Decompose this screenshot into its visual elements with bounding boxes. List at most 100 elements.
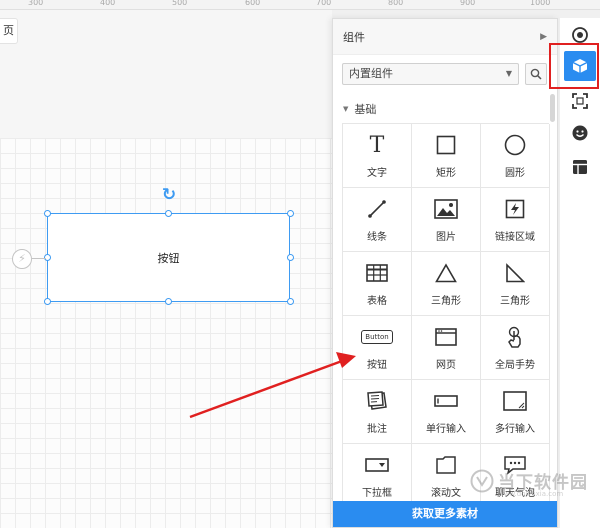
action-connector [32, 258, 46, 259]
rectangle-icon [433, 134, 459, 156]
ruler-tick: 700 [316, 0, 332, 7]
toolbar-emoji[interactable] [564, 118, 596, 148]
watermark-url: www.downxia.com [498, 490, 564, 498]
ruler-tick: 500 [172, 0, 188, 7]
component-image[interactable]: 图片 [412, 188, 481, 252]
component-label: 三角形 [500, 296, 530, 307]
component-single-input[interactable]: 单行输入 [412, 380, 481, 444]
resize-handle[interactable] [165, 210, 172, 217]
collapse-triangle-icon: ▼ [343, 105, 349, 113]
ruler-tick: 1000 [530, 0, 551, 7]
button-icon-text: Button [361, 330, 393, 344]
scroll-text-icon [433, 454, 459, 476]
link-area-icon [502, 198, 528, 220]
component-label: 批注 [367, 424, 387, 435]
component-label: 文字 [367, 168, 387, 179]
shape-label: 按钮 [157, 251, 180, 265]
lightning-action-icon[interactable]: ⚡ [12, 249, 32, 269]
component-label: 按钮 [367, 360, 387, 371]
component-label: 单行输入 [426, 424, 466, 435]
component-label: 三角形 [431, 296, 461, 307]
rotate-handle-icon[interactable]: ↻ [160, 186, 178, 204]
target-icon [572, 27, 588, 43]
component-label: 图片 [436, 232, 456, 243]
component-table[interactable]: 表格 [343, 252, 412, 316]
component-note[interactable]: 批注 [343, 380, 412, 444]
layout-icon [573, 160, 587, 174]
component-rectangle[interactable]: 矩形 [412, 124, 481, 188]
component-circle[interactable]: 圆形 [481, 124, 550, 188]
component-label: 下拉框 [362, 488, 392, 499]
component-button[interactable]: Button 按钮 [343, 316, 412, 380]
resize-handle[interactable] [287, 210, 294, 217]
right-toolbar [560, 18, 600, 528]
component-grid: T 文字 矩形 圆形 线条 图片 链接区域 表格 三角形 三角形 Button … [342, 123, 550, 508]
component-triangle[interactable]: 三角形 [412, 252, 481, 316]
component-right-triangle[interactable]: 三角形 [481, 252, 550, 316]
section-label: 基础 [354, 103, 377, 116]
panel-scrollbar[interactable] [550, 94, 555, 122]
panel-header[interactable]: 组件 ▶ [333, 19, 557, 55]
component-label: 矩形 [436, 168, 456, 179]
ruler-tick: 400 [100, 0, 116, 7]
chevron-down-icon: ▼ [505, 69, 512, 78]
resize-handle[interactable] [165, 298, 172, 305]
resize-handle[interactable] [287, 254, 294, 261]
multi-input-icon [502, 390, 528, 412]
ruler-tick: 900 [460, 0, 476, 7]
top-ruler: 300 400 500 600 700 800 900 1000 [0, 0, 600, 10]
select-value: 内置组件 [349, 67, 393, 80]
component-line[interactable]: 线条 [343, 188, 412, 252]
note-icon [364, 390, 390, 412]
triangle-icon [433, 262, 459, 284]
toolbar-layout[interactable] [564, 152, 596, 182]
component-label: 线条 [367, 232, 387, 243]
chevron-right-icon[interactable]: ▶ [540, 32, 547, 42]
highlight-box [549, 43, 599, 89]
page-tab[interactable]: 页 [0, 18, 18, 44]
resize-handle[interactable] [44, 298, 51, 305]
ruler-tick: 800 [388, 0, 404, 7]
button-icon: Button [361, 326, 393, 348]
resize-handle[interactable] [44, 210, 51, 217]
component-text[interactable]: T 文字 [343, 124, 412, 188]
component-dropdown[interactable]: 下拉框 [343, 444, 412, 508]
component-label: 圆形 [505, 168, 525, 179]
right-triangle-icon [502, 262, 528, 284]
selected-button-shape[interactable]: 按钮 [47, 213, 290, 302]
page-area [0, 10, 332, 138]
single-input-icon [433, 390, 459, 412]
image-icon [433, 198, 459, 220]
watermark-logo: 当下软件园 www.downxia.com [470, 468, 588, 498]
table-icon [364, 262, 390, 284]
component-label: 全局手势 [495, 360, 535, 371]
search-icon [530, 68, 542, 80]
search-button[interactable] [525, 63, 547, 85]
component-link-area[interactable]: 链接区域 [481, 188, 550, 252]
component-multi-input[interactable]: 多行输入 [481, 380, 550, 444]
webpage-icon [433, 326, 459, 348]
gesture-icon [502, 326, 528, 348]
resize-handle[interactable] [287, 298, 294, 305]
watermark-emblem-icon [470, 469, 494, 492]
section-basic[interactable]: ▼ 基础 [343, 101, 376, 117]
component-label: 滚动文 [431, 488, 461, 499]
crop-frame-icon [572, 93, 588, 109]
circle-icon [502, 134, 528, 156]
ruler-tick: 600 [245, 0, 261, 7]
component-gesture[interactable]: 全局手势 [481, 316, 550, 380]
component-panel: 组件 ▶ 内置组件 ▼ ▼ 基础 T 文字 矩形 圆形 线条 图片 链接区域 表… [332, 18, 558, 528]
component-label: 表格 [367, 296, 387, 307]
text-icon: T [369, 132, 385, 158]
smiley-icon [572, 125, 588, 141]
dropdown-icon [364, 454, 390, 476]
toolbar-screenshot[interactable] [564, 86, 596, 116]
ruler-tick: 300 [28, 0, 44, 7]
panel-title: 组件 [343, 30, 365, 44]
component-library-select[interactable]: 内置组件 ▼ [342, 63, 519, 85]
line-icon [364, 198, 390, 220]
component-label: 链接区域 [495, 232, 535, 243]
get-more-assets-button[interactable]: 获取更多素材 [333, 501, 557, 527]
component-label: 网页 [436, 360, 456, 371]
component-webpage[interactable]: 网页 [412, 316, 481, 380]
